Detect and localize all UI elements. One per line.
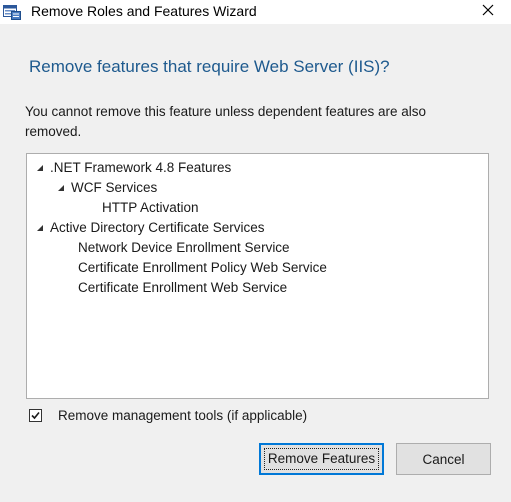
title-bar: Remove Roles and Features Wizard — [0, 0, 511, 24]
collapse-arrow-icon[interactable] — [55, 178, 71, 198]
tree-item[interactable]: WCF Services — [55, 178, 157, 198]
dialog-content: Remove features that require Web Server … — [0, 24, 511, 502]
collapse-arrow-icon[interactable] — [34, 218, 50, 238]
tree-item-label: .NET Framework 4.8 Features — [50, 160, 232, 175]
close-button[interactable] — [465, 0, 511, 24]
window-title: Remove Roles and Features Wizard — [31, 3, 257, 19]
remove-management-tools-checkbox[interactable] — [29, 409, 42, 422]
tree-item[interactable]: Certificate Enrollment Policy Web Servic… — [78, 258, 327, 278]
tree-item[interactable]: Certificate Enrollment Web Service — [78, 278, 287, 298]
tree-item-label: Network Device Enrollment Service — [78, 240, 290, 255]
dependent-features-tree[interactable]: .NET Framework 4.8 Features WCF Services… — [26, 153, 489, 399]
cancel-button-label: Cancel — [422, 451, 465, 467]
remove-features-button[interactable]: Remove Features — [259, 443, 384, 475]
tree-item-label: WCF Services — [71, 180, 158, 195]
remove-features-button-label: Remove Features — [263, 448, 380, 470]
remove-management-tools-label: Remove management tools (if applicable) — [58, 408, 308, 423]
server-manager-icon — [3, 4, 21, 20]
tree-item-label: Certificate Enrollment Policy Web Servic… — [78, 260, 327, 275]
collapse-arrow-icon[interactable] — [34, 158, 50, 178]
tree-item[interactable]: HTTP Activation — [102, 198, 199, 218]
dialog-heading: Remove features that require Web Server … — [29, 57, 390, 76]
tree-item-label: Active Directory Certificate Services — [50, 220, 265, 235]
checkmark-icon — [31, 411, 40, 420]
tree-item[interactable]: Active Directory Certificate Services — [34, 218, 265, 238]
close-icon — [482, 3, 494, 21]
dialog-description: You cannot remove this feature unless de… — [25, 104, 427, 139]
cancel-button[interactable]: Cancel — [396, 443, 491, 475]
tree-item[interactable]: .NET Framework 4.8 Features — [34, 158, 231, 178]
wizard-window: Remove Roles and Features Wizard Remove … — [0, 0, 511, 502]
tree-item[interactable]: Network Device Enrollment Service — [78, 238, 290, 258]
remove-management-tools-option[interactable]: Remove management tools (if applicable) — [29, 408, 307, 423]
tree-item-label: HTTP Activation — [102, 200, 199, 215]
tree-item-label: Certificate Enrollment Web Service — [78, 280, 288, 295]
